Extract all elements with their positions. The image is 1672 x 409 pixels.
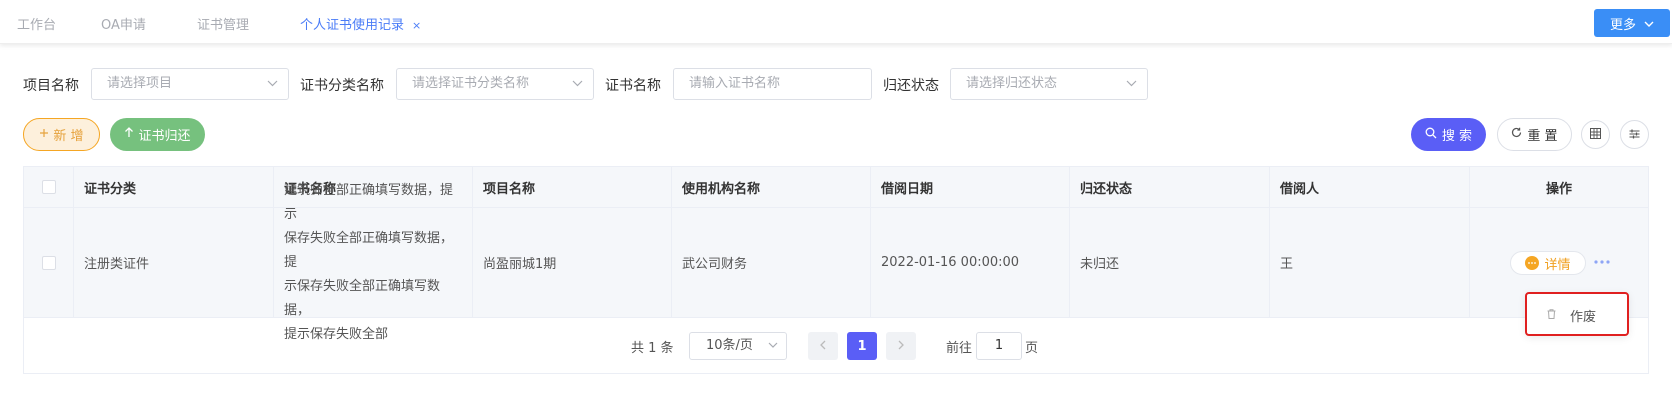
next-page-button[interactable] [886,332,916,360]
actions-dropdown: 作废 [1525,292,1629,336]
close-icon[interactable]: × [412,19,421,32]
header-project: 项目名称 [473,167,672,207]
tab-cert-management[interactable]: 证书管理 [197,14,249,33]
more-button[interactable]: 更多 [1594,9,1670,37]
filter-label-project: 项目名称 [23,78,79,94]
row-select-cell [24,208,74,317]
filter-label-return-status: 归还状态 [883,78,939,94]
table-row: 注册类证件 建筑师全部正确填写数据，提示 保存失败全部正确填写数据，提 示保存失… [24,183,1648,342]
filter-label-cert-name: 证书名称 [605,78,661,94]
cell-project: 尚盈丽城1期 [473,208,672,317]
reset-button[interactable]: 重 置 [1497,118,1572,151]
cert-return-button-label: 证书归还 [138,129,191,144]
cell-cert-name: 建筑师全部正确填写数据，提示 保存失败全部正确填写数据，提 示保存失败全部正确填… [274,183,473,342]
add-button[interactable]: 新 增 [23,118,100,151]
header-org: 使用机构名称 [672,167,871,207]
goto-label: 前往 [946,341,973,356]
plus-icon [39,127,49,142]
return-status-select[interactable]: 请选择归还状态 [950,68,1148,100]
grid-icon [1590,127,1601,142]
detail-button-label: 详情 [1544,257,1571,273]
cert-return-button[interactable]: 证书归还 [110,118,205,151]
header-return-status: 归还状态 [1070,167,1270,207]
detail-button[interactable]: 详情 [1510,251,1586,275]
sliders-icon [1629,128,1640,142]
refresh-icon [1511,127,1522,142]
cert-name-line: 保存失败全部正确填写数据，提 [284,230,454,270]
cert-name-input-placeholder: 请输入证书名称 [689,76,781,91]
filter-settings-button[interactable] [1620,120,1649,149]
tab-bar: 工作台 OA申请 证书管理 个人证书使用记录 × 更多 [0,0,1672,44]
page-size-value: 10条/页 [706,338,753,353]
trash-icon [1547,309,1556,322]
chevron-down-icon [1644,16,1654,31]
header-category: 证书分类 [74,167,274,207]
pagination-total: 共 1 条 [631,341,674,356]
cert-name-line: 建筑师全部正确填写数据，提示 [284,182,454,222]
header-borrower: 借阅人 [1270,167,1470,207]
more-actions-icon[interactable] [1594,252,1610,268]
chevron-down-icon [768,333,778,359]
search-button[interactable]: 搜 索 [1411,118,1486,151]
header-actions: 操作 [1545,181,1572,197]
column-grid-button[interactable] [1581,120,1610,149]
page-size-select[interactable]: 10条/页 [689,332,787,360]
header-borrow-date: 借阅日期 [871,167,1070,207]
chevron-left-icon [820,339,826,354]
cell-borrower: 王 [1270,208,1470,317]
cert-name-line: 示保存失败全部正确填写数据， [284,278,441,318]
chevron-right-icon [898,339,904,354]
goto-unit: 页 [1025,341,1039,356]
cell-return-status: 未归还 [1070,208,1270,317]
tab-oa-apply[interactable]: OA申请 [101,14,146,33]
return-status-select-placeholder: 请选择归还状态 [966,76,1058,91]
row-checkbox[interactable] [41,255,56,270]
prev-page-button[interactable] [808,332,838,360]
page-number-button[interactable]: 1 [847,332,877,360]
chevron-down-icon [572,69,583,99]
cell-borrow-date: 2022-01-16 00:00:00 [871,208,1070,317]
more-button-label: 更多 [1609,17,1636,33]
tab-workbench[interactable]: 工作台 [17,14,56,33]
project-select[interactable]: 请选择项目 [91,68,289,100]
void-menu-item[interactable]: 作废 [1547,306,1596,325]
chevron-down-icon [1126,69,1137,99]
cert-category-select-placeholder: 请选择证书分类名称 [412,76,530,91]
cell-org: 武公司财务 [672,208,871,317]
reset-button-label: 重 置 [1527,129,1558,144]
goto-page-input[interactable]: 1 [976,332,1022,360]
add-button-label: 新 增 [53,129,84,144]
cert-category-select[interactable]: 请选择证书分类名称 [396,68,594,100]
cell-category: 注册类证件 [74,208,274,317]
chevron-down-icon [267,69,278,99]
arrow-up-icon [124,127,134,142]
header-select-cell [24,167,74,207]
void-menu-label: 作废 [1570,310,1597,325]
project-select-placeholder: 请选择项目 [107,76,173,91]
tab-personal-cert-records[interactable]: 个人证书使用记录 × [300,14,421,33]
cert-name-input[interactable]: 请输入证书名称 [673,68,872,100]
search-button-label: 搜 索 [1441,129,1473,144]
search-icon [1425,127,1437,143]
filter-label-cert-category: 证书分类名称 [300,78,384,94]
more-circle-icon [1525,256,1540,270]
cert-name-line: 提示保存失败全部 [284,326,389,342]
table-header: 证书分类 证书名称 项目名称 使用机构名称 借阅日期 归还状态 借阅人 操作 [24,167,1648,208]
tab-label: 个人证书使用记录 [300,18,405,33]
select-all-checkbox[interactable] [41,180,56,194]
